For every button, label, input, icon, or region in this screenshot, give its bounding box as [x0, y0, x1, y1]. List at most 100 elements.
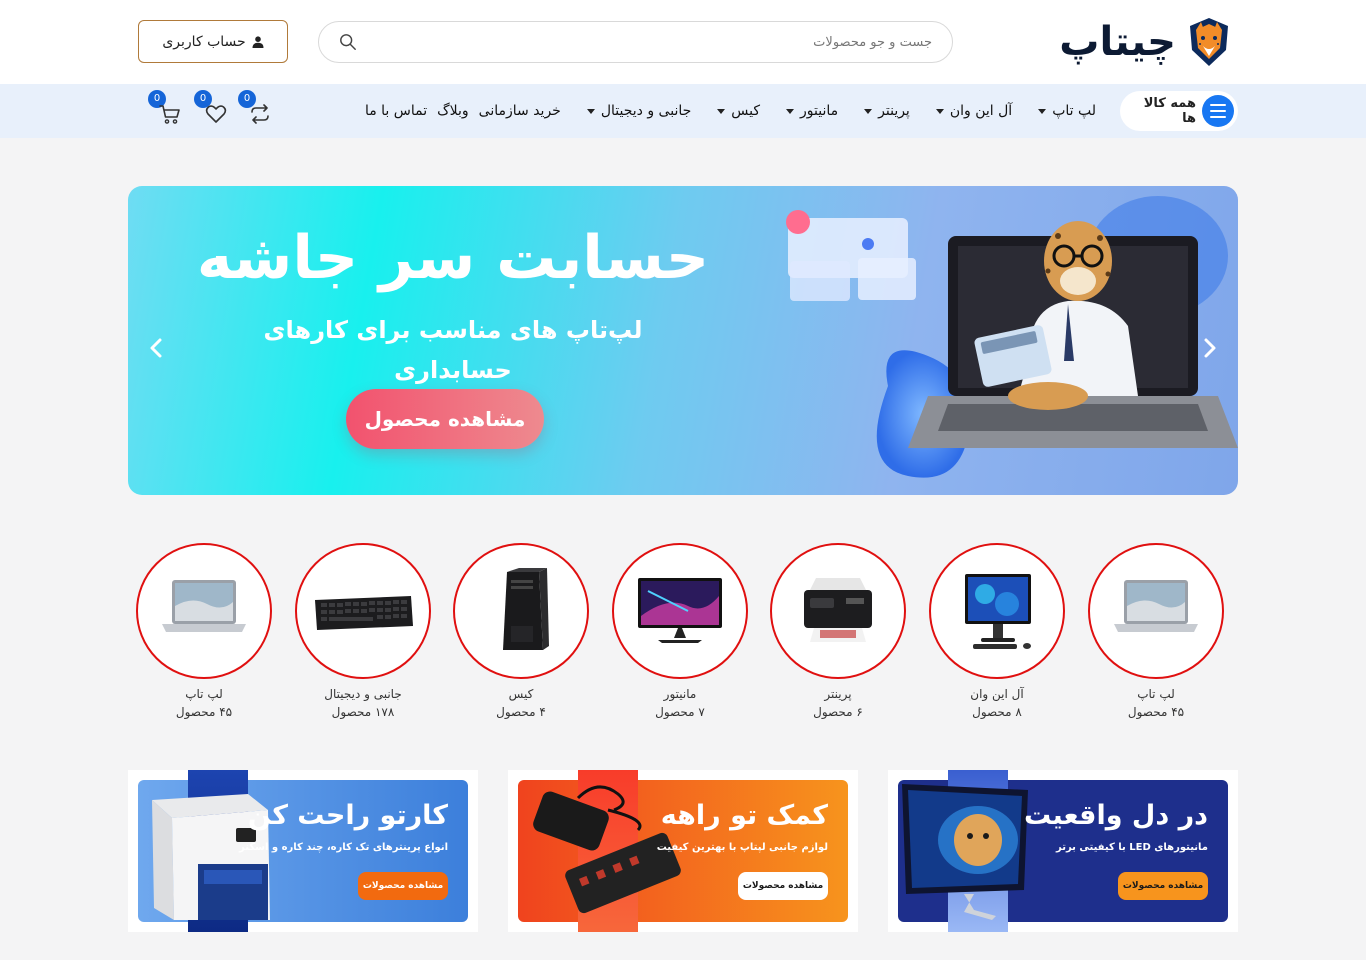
hero-title: حسابت سر جاشه: [196, 223, 710, 293]
cart-button[interactable]: 0: [148, 90, 184, 128]
hero-subtitle: لپ‌تاپ‌ های مناسب برای کارهای حسابداری: [263, 316, 643, 384]
all-in-one-icon: [965, 574, 1031, 649]
nav-item-label: وبلاگ: [437, 103, 469, 119]
all-categories-button[interactable]: همه کالا ها: [1120, 91, 1238, 131]
keyboard-icon: [315, 596, 413, 630]
category-name: لپ تاپ: [185, 687, 223, 701]
nav-item-all-in-one[interactable]: آل این وان: [935, 103, 1013, 119]
nav-actions: 0 0 0: [148, 90, 282, 132]
menu-icon: [1202, 95, 1234, 127]
category-name: جانبی و دیجیتال: [324, 687, 402, 701]
account-label: حساب کاربری: [162, 33, 246, 50]
monitor-cheetah-image: [902, 784, 1028, 920]
caret-down-icon: [786, 108, 795, 114]
nav-item-accessories[interactable]: جانبی و دیجیتال: [586, 103, 692, 119]
chevron-right-icon[interactable]: [1200, 336, 1220, 360]
logo-text: چیتاپ: [1059, 19, 1176, 65]
cheetah-logo-icon: [1190, 18, 1228, 66]
laptop-icon: [162, 580, 246, 632]
category-circle: [136, 543, 272, 679]
heart-icon: [205, 105, 227, 123]
hero-cheetah-laptop-image: [786, 196, 1238, 478]
caret-down-icon: [864, 108, 873, 114]
category-count: ۱۷۸ محصول: [331, 705, 395, 719]
hero-slider[interactable]: حسابت سر جاشه لپ‌تاپ‌ های مناسب برای کار…: [128, 186, 1238, 495]
nav-item-monitor[interactable]: مانیتور: [786, 103, 838, 119]
category-circle: [612, 543, 748, 679]
nav-item-case[interactable]: کیس: [717, 103, 760, 119]
promo-banner-printers[interactable]: کارتو راحت کن انواع پرینترهای تک کاره، چ…: [128, 770, 478, 932]
hero-view-product-button[interactable]: مشاهده محصول: [346, 389, 544, 449]
category-name: کیس: [508, 687, 534, 701]
nav-item-contact[interactable]: تماس با ما: [365, 103, 427, 119]
category-count: ۷ محصول: [655, 705, 705, 719]
promo-subtitle: انواع پرینترهای تک کاره، چند کاره و اسکن…: [239, 842, 448, 853]
nav-item-label: کیس: [731, 103, 761, 119]
promo-view-products-button[interactable]: مشاهده محصولات: [358, 872, 448, 900]
search-icon[interactable]: [339, 33, 357, 51]
promo-subtitle: لوازم جانبی لپتاپ با بهترین کیفیت: [656, 842, 828, 853]
site-header: چیتاپ حساب کاربری: [0, 0, 1366, 84]
nav-item-label: آل این وان: [949, 103, 1013, 119]
category-item-laptop[interactable]: لپ تاپ ۴۵ محصول: [1088, 543, 1224, 723]
promo-view-products-button[interactable]: مشاهده محصولات: [1118, 872, 1208, 900]
nav-item-label: مانیتور: [800, 103, 839, 119]
nav-item-label: جانبی و دیجیتال: [600, 103, 692, 119]
category-name: لپ تاپ: [1137, 687, 1175, 701]
nav-item-printer[interactable]: پرینتر: [864, 103, 910, 119]
main-nav: همه کالا ها لپ تاپ آل این وان پرینتر مان…: [0, 84, 1366, 138]
category-name: پرینتر: [824, 687, 852, 701]
promo-subtitle: مانیتورهای LED با کیفیتی برتر: [1055, 842, 1208, 853]
promo-view-products-button[interactable]: مشاهده محصولات: [738, 872, 828, 900]
search-input[interactable]: [357, 34, 932, 50]
caret-down-icon: [717, 108, 726, 114]
promo-banner-accessories[interactable]: کمک تو راهه لوازم جانبی لپتاپ با بهترین …: [508, 770, 858, 932]
category-item-printer[interactable]: پرینتر ۶ محصول: [770, 543, 906, 723]
search-bar[interactable]: [318, 21, 953, 63]
nav-item-blog[interactable]: وبلاگ: [437, 103, 469, 119]
category-circle: [453, 543, 589, 679]
compare-icon: [251, 104, 269, 124]
nav-item-laptop[interactable]: لپ تاپ: [1038, 103, 1096, 119]
all-categories-label: همه کالا ها: [1143, 96, 1196, 126]
nav-item-label: تماس با ما: [364, 103, 428, 119]
nav-item-corporate[interactable]: خرید سازمانی: [479, 103, 561, 119]
promo-title: کارتو راحت کن: [247, 800, 448, 831]
category-count: ۴۵ محصول: [1127, 705, 1185, 719]
chevron-left-icon[interactable]: [146, 336, 166, 360]
category-item-monitor[interactable]: مانیتور ۷ محصول: [612, 543, 748, 723]
category-circle: [295, 543, 431, 679]
pc-case-icon: [503, 568, 549, 650]
user-icon: [252, 35, 264, 48]
caret-down-icon: [1038, 108, 1047, 114]
category-name: آل این وان: [970, 687, 1024, 701]
site-logo[interactable]: چیتاپ: [992, 14, 1232, 70]
category-count: ۴ محصول: [496, 705, 546, 719]
category-circle: [929, 543, 1065, 679]
laptop-icon: [1114, 580, 1198, 632]
category-circle: [1088, 543, 1224, 679]
category-item-laptop[interactable]: لپ تاپ ۴۵ محصول: [136, 543, 272, 723]
promo-title: کمک تو راهه: [660, 800, 828, 831]
category-count: ۸ محصول: [972, 705, 1022, 719]
category-item-all-in-one[interactable]: آل این وان ۸ محصول: [929, 543, 1065, 723]
printer-icon: [804, 578, 872, 642]
nav-item-label: خرید سازمانی: [478, 103, 561, 119]
category-circle: [770, 543, 906, 679]
account-button[interactable]: حساب کاربری: [138, 20, 288, 63]
category-count: ۶ محصول: [813, 705, 863, 719]
promo-banner-monitors[interactable]: در دل واقعیت مانیتورهای LED با کیفیتی بر…: [888, 770, 1238, 932]
compare-button[interactable]: 0: [238, 90, 274, 128]
category-count: ۴۵ محصول: [175, 705, 233, 719]
promo-title: در دل واقعیت: [1023, 800, 1208, 831]
caret-down-icon: [935, 108, 944, 114]
category-item-case[interactable]: کیس ۴ محصول: [453, 543, 589, 723]
nav-item-label: لپ تاپ: [1052, 103, 1096, 119]
nav-menu: لپ تاپ آل این وان پرینتر مانیتور کیس جان…: [365, 99, 1096, 123]
nav-item-label: پرینتر: [878, 103, 910, 119]
category-item-accessories[interactable]: جانبی و دیجیتال ۱۷۸ محصول: [295, 543, 431, 723]
category-name: مانیتور: [663, 687, 697, 701]
wishlist-button[interactable]: 0: [194, 90, 230, 128]
caret-down-icon: [586, 108, 595, 114]
monitor-icon: [638, 578, 722, 643]
